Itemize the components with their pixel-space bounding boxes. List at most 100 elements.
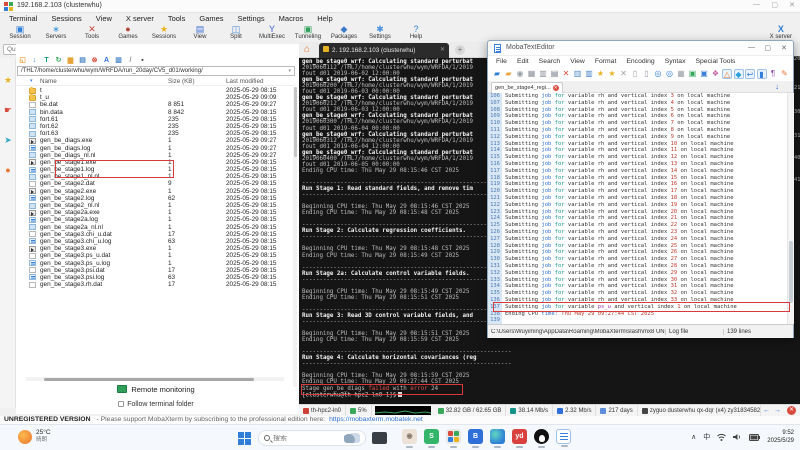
toolbar-split-button[interactable]: ◫Split <box>218 24 254 42</box>
taskbar-contact-icon[interactable]: ◉ <box>402 429 417 444</box>
editor-tab-close-icon[interactable]: ✕ <box>553 85 559 91</box>
file-list-vscrollbar[interactable] <box>293 87 297 387</box>
edit-pencil-icon[interactable]: ✎ <box>780 69 790 79</box>
taskbar-qq-icon[interactable] <box>534 429 549 444</box>
save-all-icon[interactable]: ▥ <box>538 69 548 79</box>
window-titlebar[interactable]: 192.168.2.103 (clusterwhu) — ▢ ✕ <box>0 0 800 13</box>
remote-monitoring-button[interactable]: Remote monitoring <box>16 385 296 394</box>
hand-icon[interactable]: ☛ <box>0 102 16 118</box>
tools-icon[interactable]: / <box>126 56 135 65</box>
home-icon[interactable]: ⌂ <box>304 44 310 56</box>
xserver-button[interactable]: X X server <box>770 24 792 41</box>
file-row[interactable]: gen_be_stage1.log12025-05-29 08:15 <box>16 166 292 173</box>
file-row[interactable]: gen_be_stage2a.log12025-05-29 08:15 <box>16 216 292 223</box>
refresh-icon[interactable]: ↻ <box>54 56 63 65</box>
prev-session-icon[interactable]: ← <box>761 407 772 414</box>
editor-minimize-icon[interactable]: — <box>748 44 755 51</box>
toolbar-tools-button[interactable]: ✕Tools <box>74 24 110 42</box>
chart-icon[interactable]: ▥ <box>114 56 123 65</box>
maximize-icon[interactable]: ▢ <box>771 1 778 9</box>
toolbar-settings-button[interactable]: ✱Settings <box>362 24 398 42</box>
editor-menu-special-tools[interactable]: Special Tools <box>690 56 740 68</box>
checkbox-icon[interactable] <box>118 401 124 407</box>
volume-icon[interactable] <box>733 433 742 441</box>
taskbar-search[interactable] <box>258 430 366 446</box>
file-row[interactable]: gen_be_stage2.exe12025-05-29 08:15 <box>16 188 292 195</box>
file-row[interactable]: gen_be_stage3.psi.dat172025-05-29 08:15 <box>16 267 292 274</box>
file-row[interactable]: gen_be_stage3.rh.dat172025-05-29 08:15 <box>16 281 292 288</box>
taskbar-edge-icon[interactable] <box>490 429 505 444</box>
start-button[interactable] <box>238 432 251 445</box>
menu-view[interactable]: View <box>89 13 119 24</box>
ball-icon[interactable]: ● <box>0 162 16 178</box>
toolbar-session-button[interactable]: ▣Session <box>2 24 38 42</box>
scroll-down-icon[interactable]: ↓ <box>775 82 779 91</box>
wifi-icon[interactable] <box>717 433 726 441</box>
menu-macros[interactable]: Macros <box>272 13 311 24</box>
file-row[interactable]: gen_be_stage3.chi_u.dat172025-05-29 08:1… <box>16 231 292 238</box>
paper-plane-icon[interactable]: ➤ <box>0 132 16 148</box>
editor-tab[interactable]: gen_be_stage4_regi...✕ <box>491 82 563 93</box>
file-row[interactable]: gen_be_stage3.psi.log632025-05-29 08:15 <box>16 274 292 281</box>
indent-right-icon[interactable]: ▥ <box>584 69 594 79</box>
menu-settings[interactable]: Settings <box>231 13 272 24</box>
sessions-star-icon[interactable]: ★ <box>0 72 16 88</box>
replace-icon[interactable]: ◎ <box>665 69 675 79</box>
chevron-down-icon[interactable]: ▾ <box>288 67 291 76</box>
terminal-tab[interactable]: 2. 192.168.2.103 (clusterwhu)✕ <box>319 43 449 58</box>
paste-icon[interactable]: ▯ <box>642 69 652 79</box>
toolbar-servers-button[interactable]: ∗Servers <box>38 24 74 42</box>
pilcrow-icon[interactable]: ¶ <box>768 69 778 79</box>
menu-games[interactable]: Games <box>192 13 230 24</box>
editor-content[interactable]: 106Submitting job for variable rh and ve… <box>488 93 786 324</box>
open-folder-icon[interactable]: ▆ <box>66 56 75 65</box>
save-icon[interactable]: ▦ <box>527 69 537 79</box>
highlight-icon[interactable]: ▣ <box>688 69 698 79</box>
menu-help[interactable]: Help <box>310 13 339 24</box>
editor-menu-syntax[interactable]: Syntax <box>660 56 691 68</box>
editor-menu-view[interactable]: View <box>565 56 590 68</box>
minimize-icon[interactable]: — <box>753 1 760 8</box>
follow-terminal-folder-checkbox[interactable]: Follow terminal folder <box>16 401 296 408</box>
taskbar-mobaxterm-icon[interactable] <box>446 429 461 444</box>
toolbar-tunneling-button[interactable]: ▣Tunneling <box>290 24 326 42</box>
status-close-icon[interactable]: ✕ <box>787 406 796 415</box>
file-row[interactable]: gen_be_stage3.exe12025-05-29 08:15 <box>16 245 292 252</box>
file-row[interactable]: gen_be_stage3.ps_u.dat12025-05-29 08:15 <box>16 252 292 259</box>
close-icon[interactable]: ✕ <box>789 1 795 9</box>
weather-widget[interactable]: 25°C晴朗 <box>18 429 51 444</box>
delete-icon[interactable]: ⊗ <box>90 56 99 65</box>
editor-maximize-icon[interactable]: ▢ <box>764 44 771 52</box>
indent-left-icon[interactable]: ▥ <box>573 69 583 79</box>
file-row[interactable]: gen_be_stage2.log622025-05-29 08:15 <box>16 195 292 202</box>
toolbar-packages-button[interactable]: ◆Packages <box>326 24 362 42</box>
file-row[interactable]: gen_be_diags_nl.nl12025-05-29 09:27 <box>16 152 292 159</box>
editor-titlebar[interactable]: MobaTextEditor — ▢ ✕ <box>488 41 793 56</box>
taskbar-b-icon[interactable]: B <box>468 429 483 444</box>
open-file-icon[interactable]: ▰ <box>504 69 514 79</box>
file-list-hscrollbar[interactable] <box>26 377 284 381</box>
folder-up-icon[interactable]: ◱ <box>18 56 27 65</box>
taskbar-youdao-icon[interactable]: yd <box>512 429 527 444</box>
file-row[interactable]: gen_be_diags.log12025-05-29 09:27 <box>16 145 292 152</box>
next-session-icon[interactable]: → <box>772 407 783 414</box>
theme-icon[interactable]: ❖ <box>711 69 721 79</box>
select-all-icon[interactable]: ▦ <box>676 69 686 79</box>
file-row[interactable]: fort.612352025-05-29 08:15 <box>16 116 292 123</box>
file-row[interactable]: be.dat8 8512025-05-29 09:27 <box>16 101 292 108</box>
file-row[interactable]: gen_be_stage2a_nl.nl12025-05-29 08:15 <box>16 224 292 231</box>
file-row[interactable]: fort.622352025-05-29 08:15 <box>16 123 292 130</box>
download-icon[interactable]: ↓ <box>30 56 39 65</box>
tab-close-icon[interactable]: ✕ <box>440 43 445 58</box>
file-row[interactable]: gen_be_diags.exe12025-05-29 09:27 <box>16 137 292 144</box>
editor-menu-format[interactable]: Format <box>590 56 622 68</box>
toolbar-help-button[interactable]: ?Help <box>398 24 434 42</box>
record-icon[interactable]: ◉ <box>515 69 525 79</box>
taskbar-clock[interactable]: 9:52 2025/5/29 <box>767 429 794 445</box>
tray-chevron-up-icon[interactable]: ∧ <box>691 433 696 441</box>
menu-x-server[interactable]: X server <box>119 13 161 24</box>
path-bar[interactable]: ▾/THL7/home/clusterwhu/wym/WRFDA/run_20d… <box>17 66 295 76</box>
file-row[interactable]: bin.data8 8422025-05-29 08:15 <box>16 109 292 116</box>
toolbar-games-button[interactable]: ●Games <box>110 24 146 42</box>
file-row[interactable]: gen_be_stage2.dat92025-05-29 08:15 <box>16 180 292 187</box>
